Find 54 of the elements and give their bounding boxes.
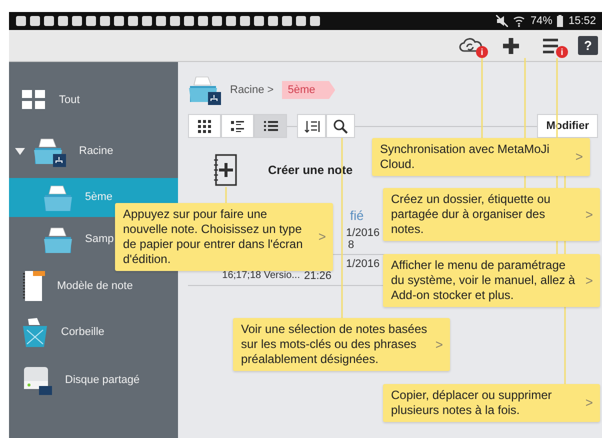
notification-badge: i <box>476 46 488 58</box>
clock: 15:52 <box>568 14 596 29</box>
tooltip[interactable]: Synchronisation avec MetaMoJi Cloud. > <box>372 138 590 176</box>
tooltip[interactable]: Appuyez sur pour faire une nouvelle note. Choisissez un type de papier pour entrer dans l'écran d'édition. > <box>115 203 333 271</box>
tooltip-text: Afficher le menu de paramétrage du système, voir le manuel, allez à Add-on stocker et plus. <box>391 258 576 302</box>
sidebar-item[interactable]: Corbeille <box>9 310 178 355</box>
list-view-button[interactable] <box>254 114 287 138</box>
note-name: 16;17;18 Versio... <box>221 270 300 282</box>
folder-icon <box>33 136 67 168</box>
tooltip-text: Créez un dossier, étiquette ou partagée dur à organiser des notes. <box>391 192 550 236</box>
new-note-icon[interactable] <box>212 154 238 186</box>
expanded-arrow-icon[interactable] <box>15 148 25 156</box>
grid-icon <box>21 88 47 112</box>
sidebar-item[interactable]: Tout <box>9 75 178 125</box>
notification-badge: i <box>556 46 568 58</box>
help-button[interactable]: ? <box>578 36 598 55</box>
folder-icon <box>43 182 75 212</box>
tooltip[interactable]: Créez un dossier, étiquette ou partagée dur à organiser des notes. > <box>383 188 600 241</box>
grid-view-button[interactable] <box>188 114 221 138</box>
detail-view-button[interactable] <box>221 114 254 138</box>
chevron-icon[interactable]: > <box>318 228 326 246</box>
sort-button[interactable] <box>297 114 326 138</box>
mute-icon <box>496 15 508 27</box>
folder-icon <box>188 74 222 106</box>
column-header[interactable]: fié <box>350 208 364 223</box>
trash-can-icon <box>21 316 49 348</box>
tooltip[interactable]: Afficher le menu de paramétrage du système, voir le manuel, allez à Add-on stocker et plus. > <box>383 254 600 307</box>
time-cell: 21:26 <box>304 270 332 282</box>
chevron-icon[interactable]: > <box>585 272 593 289</box>
drive-icon <box>21 364 53 396</box>
sidebar-item[interactable]: Racine <box>9 125 178 178</box>
tooltip[interactable]: Copier, déplacer ou supprimer plusieurs notes à la fois. > <box>383 384 600 422</box>
chevron-icon[interactable]: > <box>575 148 583 166</box>
battery-level: 74% <box>530 14 552 29</box>
search-button[interactable] <box>326 114 355 138</box>
wifi-icon <box>513 15 526 27</box>
sidebar-item[interactable]: Disque partagé <box>9 355 178 405</box>
battery-icon <box>557 15 564 27</box>
current-folder-tag: 5ème <box>282 80 336 100</box>
tooltip[interactable]: Voir une sélection de notes basées sur les mots-clés ou des phrases préalablement désignées. > <box>233 318 450 371</box>
breadcrumb-link[interactable]: Racine > <box>230 82 274 98</box>
date-cell: 1/2016 <box>346 258 380 270</box>
notebook-icon <box>21 269 45 303</box>
tooltip-text: Copier, déplacer ou supprimer plusieurs notes à la fois. <box>391 388 552 417</box>
chevron-icon[interactable]: > <box>585 206 593 223</box>
folder-icon <box>43 224 75 254</box>
search-icon <box>332 118 350 134</box>
chevron-icon[interactable]: > <box>435 336 443 353</box>
chevron-icon[interactable]: > <box>585 394 593 412</box>
time-cell: 8 <box>348 239 354 251</box>
tooltip-text: Voir une sélection de notes basées sur les mots-clés ou des phrases préalablement désignées. <box>241 322 428 366</box>
leader-line <box>225 187 227 203</box>
tooltip-text: Synchronisation avec MetaMoJi Cloud. <box>380 142 550 171</box>
date-cell: 1/2016 <box>346 227 380 239</box>
